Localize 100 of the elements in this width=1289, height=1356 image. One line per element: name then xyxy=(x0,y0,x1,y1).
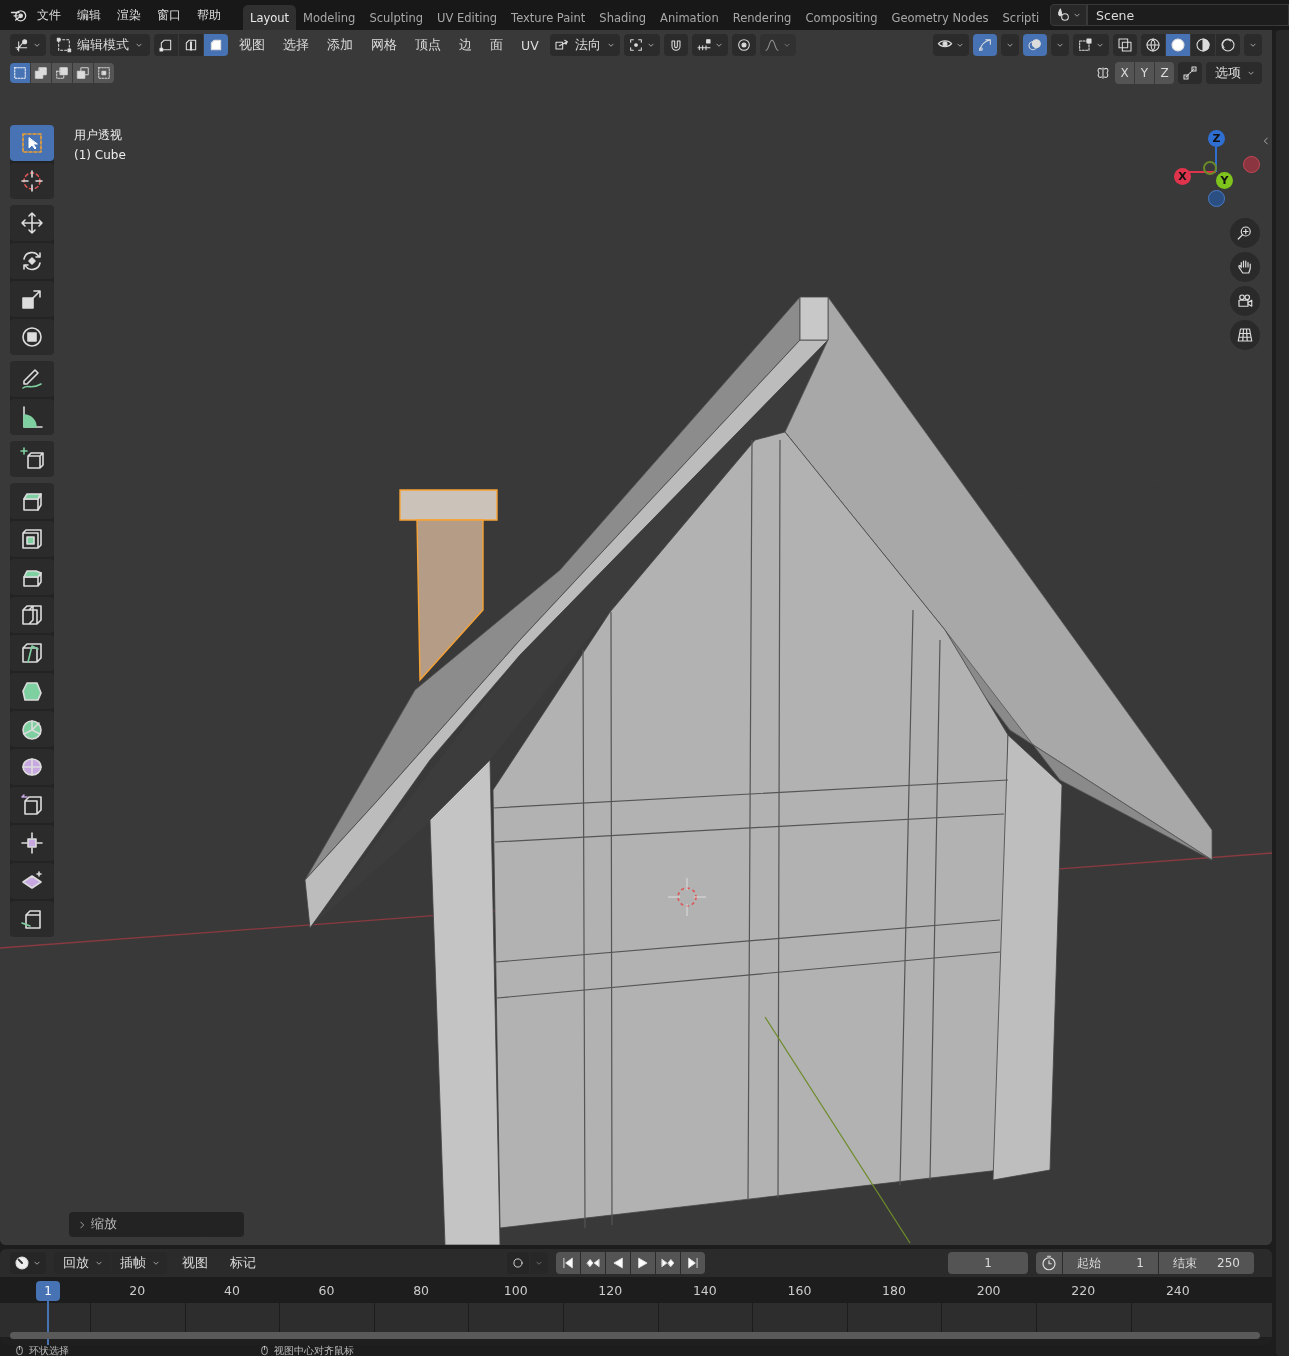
visibility-dropdown[interactable] xyxy=(933,34,969,56)
workspace-tab[interactable]: Modeling xyxy=(296,5,363,30)
selection-mode-button[interactable] xyxy=(31,63,51,83)
tool-button[interactable] xyxy=(10,597,54,633)
playback-button[interactable] xyxy=(605,1252,630,1274)
tool-button[interactable] xyxy=(10,281,54,317)
xray-toggle[interactable] xyxy=(1113,34,1137,56)
mirror-axis-toggle[interactable]: X xyxy=(1115,62,1134,84)
playback-button[interactable] xyxy=(555,1252,580,1274)
menu-item[interactable]: 窗口 xyxy=(149,6,189,24)
workspace-tab[interactable]: Geometry Nodes xyxy=(884,5,996,30)
tool-button[interactable] xyxy=(10,901,54,937)
proportional-edit-toggle[interactable] xyxy=(731,34,756,56)
menu-item[interactable]: 网格 xyxy=(364,36,404,54)
end-frame-field[interactable]: 结束 250 xyxy=(1159,1252,1254,1274)
current-frame-field[interactable]: 1 xyxy=(948,1252,1028,1274)
tool-button[interactable] xyxy=(10,863,54,899)
tool-button[interactable] xyxy=(10,825,54,861)
tool-button[interactable] xyxy=(10,441,54,477)
scene-selector[interactable] xyxy=(1050,4,1088,26)
workspace-tab[interactable]: Scripti xyxy=(995,5,1047,30)
selection-mode-button[interactable] xyxy=(73,63,93,83)
menu-item[interactable]: 视图 xyxy=(232,36,272,54)
mirror-axis-toggle[interactable]: Y xyxy=(1135,62,1154,84)
camera-icon xyxy=(1236,292,1254,310)
gizmo-toggle[interactable] xyxy=(973,34,997,56)
workspace-tab[interactable]: Shading xyxy=(592,5,654,30)
workspace-tab[interactable]: Animation xyxy=(653,5,726,30)
tool-button[interactable] xyxy=(10,749,54,785)
frame-number: 40 xyxy=(222,1282,241,1298)
shading-mode-button[interactable] xyxy=(1191,34,1215,56)
select-mode-button[interactable] xyxy=(204,34,228,56)
options-dropdown[interactable]: 选项 xyxy=(1206,62,1262,84)
menu-item[interactable]: UV xyxy=(514,37,546,53)
tool-button[interactable] xyxy=(10,711,54,747)
subtract-selection-icon xyxy=(55,66,69,80)
tool-button[interactable] xyxy=(10,399,54,435)
tool-button[interactable] xyxy=(10,483,54,519)
scene-name-field[interactable]: Scene xyxy=(1087,4,1289,26)
playback-button[interactable] xyxy=(630,1252,655,1274)
solid-shading-icon xyxy=(1170,37,1186,53)
selection-mode-button[interactable] xyxy=(94,63,114,83)
mirror-axis-toggle[interactable]: Z xyxy=(1155,62,1174,84)
tool-button[interactable] xyxy=(10,521,54,557)
gizmo-icon xyxy=(977,37,993,53)
select-mode-button[interactable] xyxy=(154,34,178,56)
tool-button[interactable] xyxy=(10,787,54,823)
editor-type-button[interactable] xyxy=(10,34,46,56)
tool-button[interactable] xyxy=(10,243,54,279)
workspace-tab[interactable]: Layout xyxy=(243,5,297,30)
menu-item[interactable]: 边 xyxy=(452,36,479,54)
horizontal-scrollbar[interactable] xyxy=(10,1332,1260,1339)
start-frame-field[interactable]: 起始 1 xyxy=(1063,1252,1158,1274)
snap-target-dropdown[interactable] xyxy=(691,34,728,56)
tool-button[interactable] xyxy=(10,673,54,709)
preview-range-toggle[interactable] xyxy=(1036,1252,1062,1274)
menu-item[interactable]: 文件 xyxy=(29,6,69,24)
tool-button[interactable] xyxy=(10,125,54,161)
playback-button[interactable] xyxy=(580,1252,605,1274)
tool-button[interactable] xyxy=(10,205,54,241)
menu-item[interactable]: 选择 xyxy=(276,36,316,54)
menu-item[interactable]: 面 xyxy=(483,36,510,54)
tool-button[interactable] xyxy=(10,635,54,671)
mesh-overlay-dropdown[interactable] xyxy=(1073,34,1109,56)
auto-keying-toggle[interactable] xyxy=(506,1252,529,1274)
workspace-tab[interactable]: UV Editing xyxy=(430,5,505,30)
shading-mode-button[interactable] xyxy=(1141,34,1165,56)
pivot-dropdown[interactable] xyxy=(623,34,660,56)
select-mode-button[interactable] xyxy=(179,34,203,56)
shading-mode-button[interactable] xyxy=(1166,34,1190,56)
auto-merge-toggle[interactable] xyxy=(1178,62,1202,84)
playback-button[interactable] xyxy=(680,1252,705,1274)
workspace-tab[interactable]: Texture Paint xyxy=(504,5,593,30)
workspace-tab[interactable]: Rendering xyxy=(725,5,799,30)
menu-item[interactable]: 标记 xyxy=(223,1254,263,1272)
tool-button[interactable] xyxy=(10,163,54,199)
menu-item[interactable]: 帮助 xyxy=(189,6,229,24)
menu-item[interactable]: 视图 xyxy=(175,1254,215,1272)
workspace-tab[interactable]: Compositing xyxy=(798,5,885,30)
playback-button[interactable] xyxy=(655,1252,680,1274)
overlay-toggle[interactable] xyxy=(1023,34,1047,56)
snap-toggle[interactable] xyxy=(663,34,688,56)
orientation-dropdown[interactable]: 法向 xyxy=(549,34,620,56)
menu-item[interactable]: 编辑 xyxy=(69,6,109,24)
selection-mode-button[interactable] xyxy=(52,63,72,83)
tool-button[interactable] xyxy=(10,319,54,355)
tool-button[interactable] xyxy=(10,559,54,595)
tool-button[interactable] xyxy=(10,361,54,397)
menu-item[interactable]: 顶点 xyxy=(408,36,448,54)
workspace-tab[interactable]: Sculpting xyxy=(362,5,431,30)
playhead-frame-badge[interactable]: 1 xyxy=(36,1281,60,1301)
editor-type-button[interactable] xyxy=(10,1252,46,1274)
last-operator-panel[interactable]: 缩放 xyxy=(69,1212,244,1237)
shading-mode-button[interactable] xyxy=(1216,34,1240,56)
selection-mode-button[interactable] xyxy=(10,63,30,83)
mode-dropdown[interactable]: 编辑模式 xyxy=(50,34,150,56)
menu-item[interactable]: 渲染 xyxy=(109,6,149,24)
frame-number: 60 xyxy=(317,1282,336,1298)
object-name-label: (1) Cube xyxy=(74,147,126,164)
menu-item[interactable]: 添加 xyxy=(320,36,360,54)
